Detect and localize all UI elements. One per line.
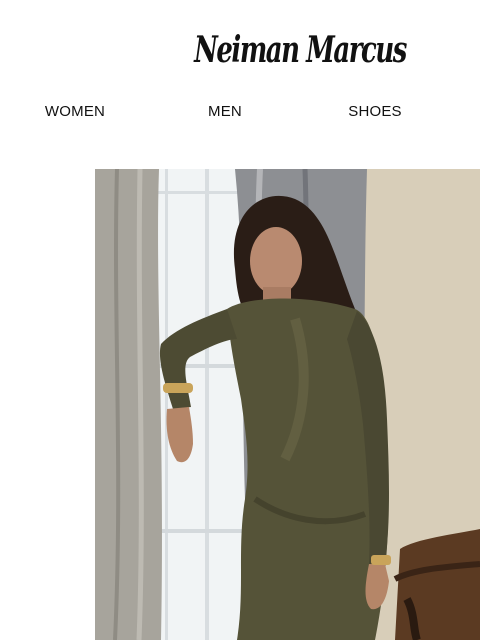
bracelet-right: [371, 555, 391, 565]
hero-illustration: [95, 169, 480, 640]
neiman-marcus-logo[interactable]: Neiman Marcus: [84, 20, 480, 80]
left-curtain: [95, 169, 162, 640]
bracelet-left: [163, 383, 193, 393]
side-table: [395, 529, 480, 640]
nav-item-shoes[interactable]: SHOES: [300, 102, 450, 122]
nav-item-women[interactable]: WOMEN: [0, 102, 150, 122]
face: [250, 227, 302, 295]
window: [157, 169, 247, 640]
nav-item-men[interactable]: MEN: [150, 102, 300, 122]
hero-image[interactable]: [95, 169, 480, 640]
primary-nav: WOMEN MEN SHOES: [0, 102, 450, 122]
